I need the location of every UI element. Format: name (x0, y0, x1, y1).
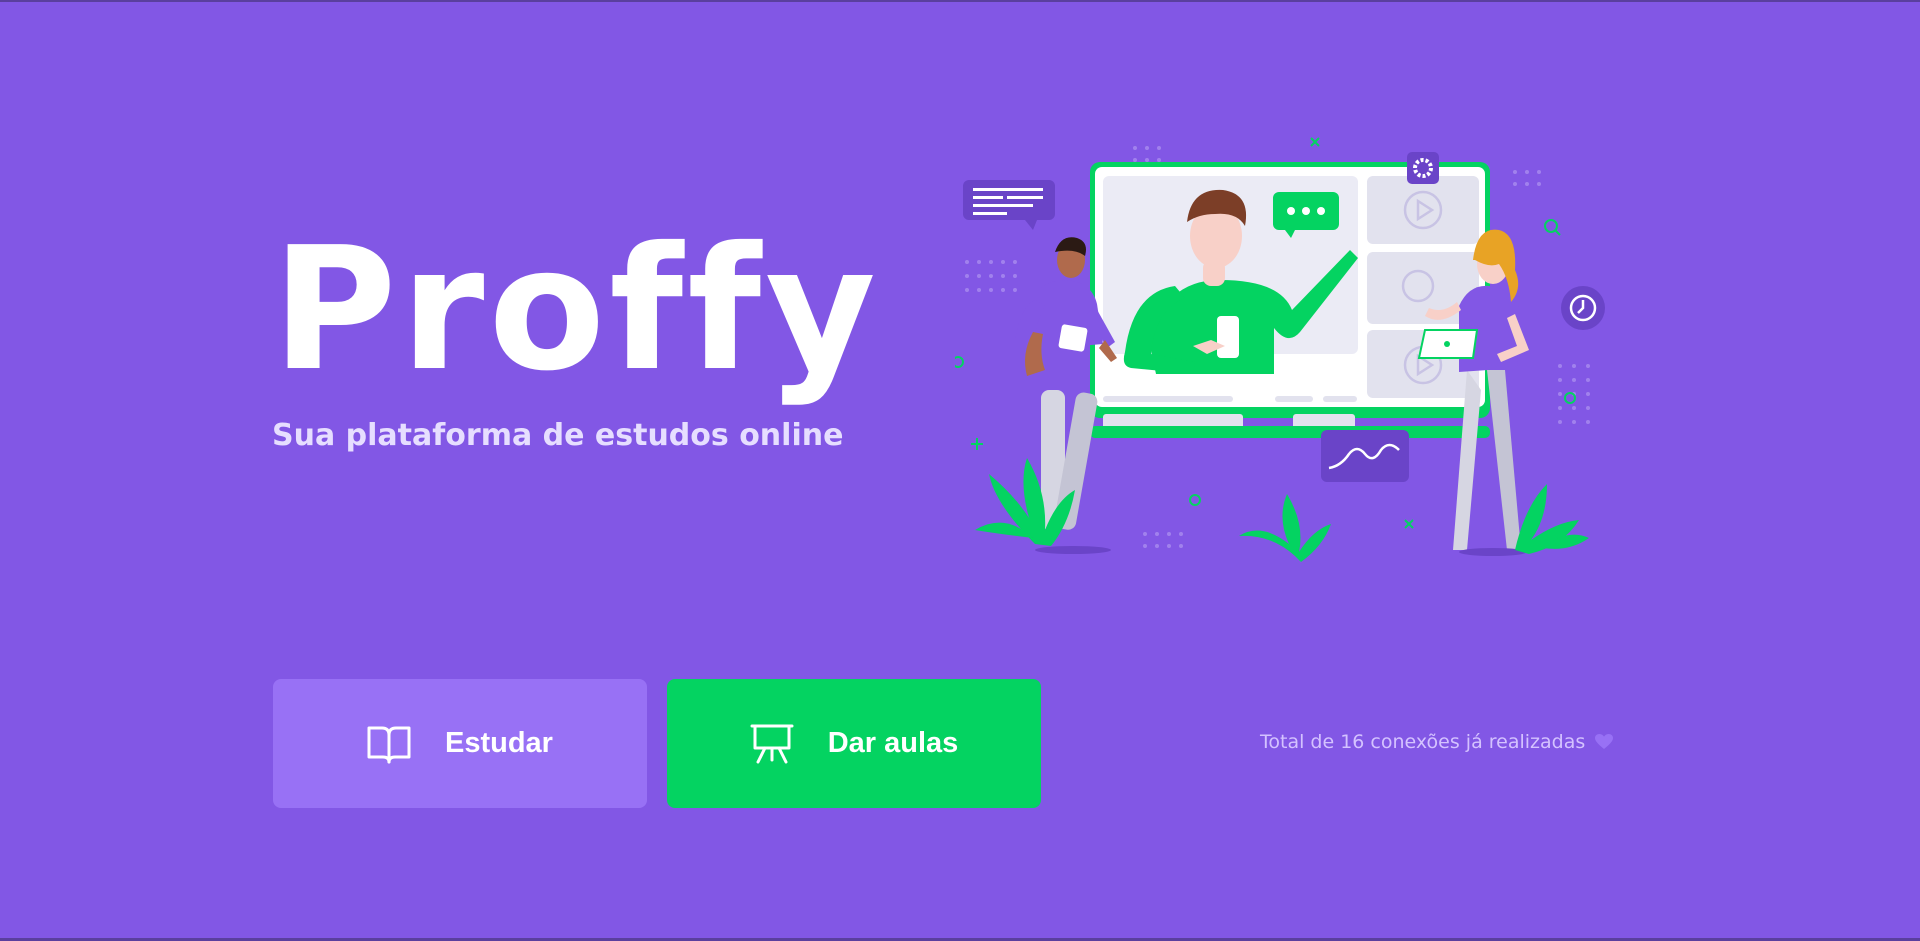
presentation-board-icon (750, 723, 794, 765)
clock-icon (1561, 286, 1605, 330)
speech-bubble-left (963, 180, 1055, 230)
chart-card (1321, 430, 1409, 482)
teach-button-label: Dar aulas (827, 727, 959, 759)
study-button[interactable]: Estudar (273, 679, 647, 808)
logo-wordmark: Proffy (272, 211, 880, 409)
gear-icon (1407, 152, 1439, 184)
study-button-label: Estudar (445, 727, 553, 759)
hero-illustration (955, 137, 1605, 562)
top-border (0, 0, 1920, 2)
total-connections-text: Total de 16 conexões já realizadas (1260, 731, 1586, 753)
logo-container: Proffy (272, 211, 880, 409)
landing-page: Proffy Sua plataforma de estudos online (0, 0, 1920, 941)
tagline: Sua plataforma de estudos online (272, 418, 844, 453)
action-buttons: Estudar Dar aulas (273, 679, 1041, 808)
heart-icon (1595, 734, 1614, 750)
teach-button[interactable]: Dar aulas (667, 679, 1041, 808)
total-connections: Total de 16 conexões já realizadas (1260, 731, 1614, 753)
book-icon (367, 724, 411, 764)
